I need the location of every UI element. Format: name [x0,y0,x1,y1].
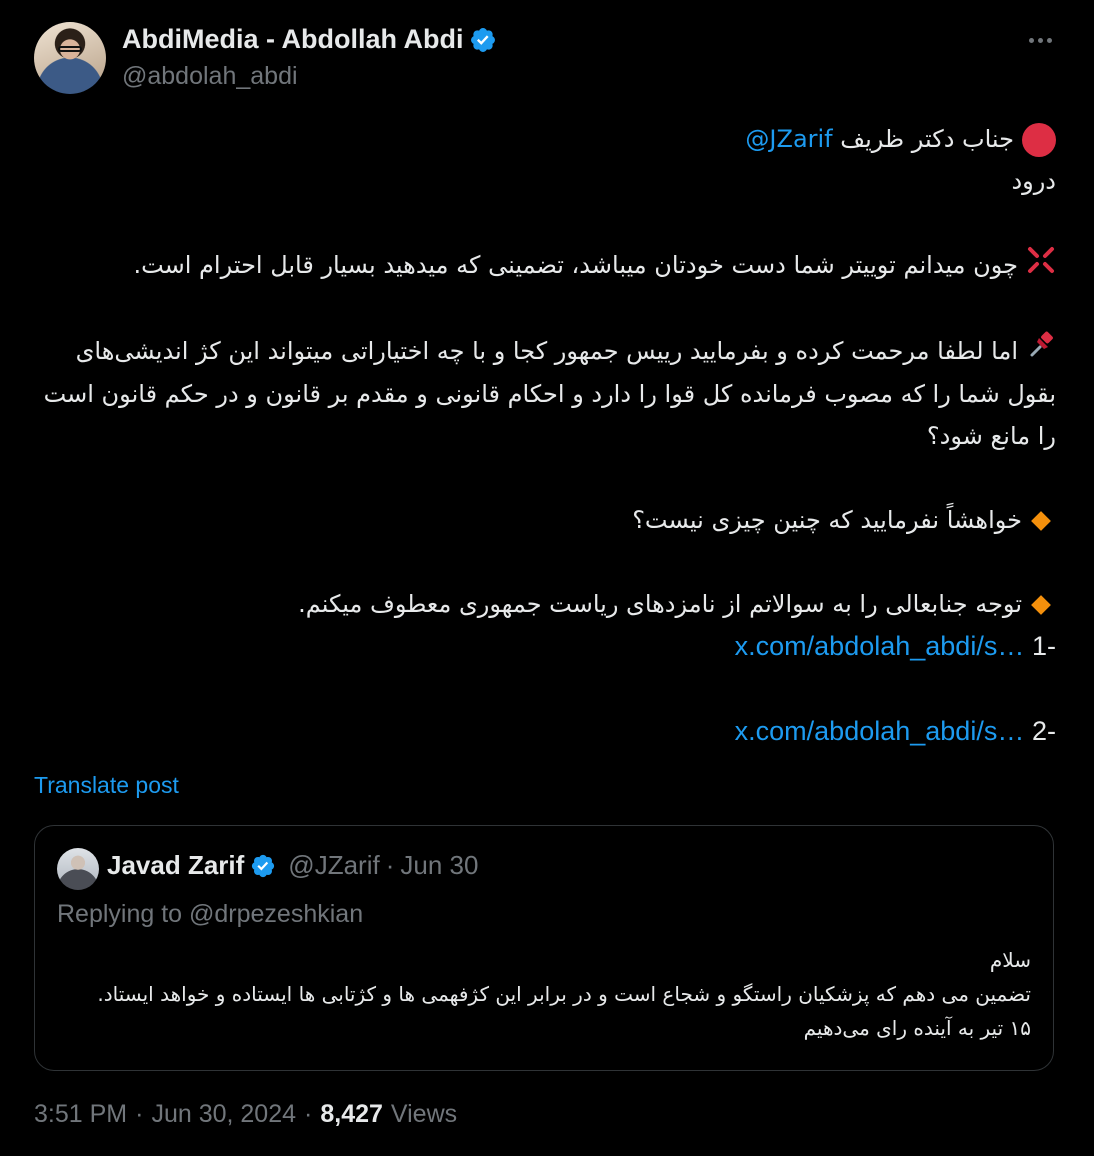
post-paragraph-2: اما لطفا مرحمت کرده و بفرمایید رییس جمهو… [34,330,1056,458]
footer-separator: · [135,1100,144,1128]
post-link-item-1: -1 x.com/abdolah_abdi/s… [34,625,1056,668]
tweet-link-2[interactable]: x.com/abdolah_abdi/s… [735,716,1025,746]
post-paragraph-4: توجه جنابعالی را به سوالاتم از نامزدهای … [34,583,1056,625]
footer-separator: · [304,1100,313,1128]
quoted-replying-to: Replying to @drpezeshkian [57,900,364,928]
post-paragraph-1: چون میدانم توییتر شما دست خودتان میباشد،… [34,244,1056,288]
post-link-item-2: -2 x.com/abdolah_abdi/s… [34,710,1056,753]
link-item-1-prefix: -1 [1031,631,1056,661]
author-name-row: AbdiMedia - Abdollah Abdi [122,24,497,55]
post-paragraph-3-text: خواهشاً نفرمایید که چنین چیزی نیست؟ [632,506,1022,534]
quoted-post-header: Javad Zarif @JZarif · Jun 30 [107,850,478,881]
link-item-2-prefix: -2 [1031,716,1056,746]
quoted-meta-separator: · [385,850,395,880]
anger-emoji [1026,245,1056,288]
quoted-author-handle[interactable]: @JZarif [288,850,379,881]
post-paragraph-2-text: اما لطفا مرحمت کرده و بفرمایید رییس جمهو… [43,336,1056,451]
verified-badge-icon [252,854,275,877]
post-footer: 3:51 PM · Jun 30, 2024 · 8,427 Views [34,1100,457,1129]
post-paragraph-1-text: چون میدانم توییتر شما دست خودتان میباشد،… [133,251,1018,279]
post-date[interactable]: Jun 30, 2024 [151,1100,296,1129]
post-body: جناب دکتر ظریف @JZarif درود چون میدانم ت… [34,118,1056,753]
verified-badge-icon [471,27,496,52]
author-avatar[interactable] [34,22,106,94]
author-handle[interactable]: @abdolah_abdi [122,62,298,91]
quoted-line-1: سلام [989,948,1031,972]
post-time[interactable]: 3:51 PM [34,1100,127,1129]
views-count: 8,427 [320,1100,383,1128]
post-line-greeting-title: جناب دکتر ظریف @JZarif [34,118,1056,160]
quoted-author-name[interactable]: Javad Zarif [107,850,244,881]
author-display-name[interactable]: AbdiMedia - Abdollah Abdi [122,24,463,55]
translate-post-link[interactable]: Translate post [34,772,179,799]
red-circle-emoji [1022,123,1056,157]
quoted-post-card[interactable]: Javad Zarif @JZarif · Jun 30 Replying to… [34,825,1054,1071]
post-paragraph-4-text: توجه جنابعالی را به سوالاتم از نامزدهای … [298,590,1022,618]
pushpin-emoji [1026,330,1056,373]
orange-diamond-emoji [1031,511,1051,531]
quoted-author-avatar[interactable] [57,848,99,890]
quoted-line-2: تضمین می دهم که پزشکیان راستگو و شجاع اس… [97,982,1031,1006]
more-options-icon[interactable] [1020,24,1060,56]
orange-diamond-emoji [1031,595,1051,615]
mention-jzarif-link[interactable]: @JZarif [745,125,832,153]
post-paragraph-3: خواهشاً نفرمایید که چنین چیزی نیست؟ [34,499,1056,541]
tweet-link-1[interactable]: x.com/abdolah_abdi/s… [735,631,1025,661]
views-label: Views [390,1100,458,1128]
post-header: AbdiMedia - Abdollah Abdi @abdolah_abdi [34,22,1060,94]
post-line-greeting: درود [1011,167,1056,195]
post-line1-text: جناب دکتر ظریف [840,125,1014,153]
quoted-post-text: سلام تضمین می دهم که پزشکیان راستگو و شج… [55,943,1031,1045]
quoted-post-date[interactable]: Jun 30 [400,850,478,881]
quoted-line-3: ۱۵ تیر به آینده رای می‌دهیم [803,1016,1031,1040]
